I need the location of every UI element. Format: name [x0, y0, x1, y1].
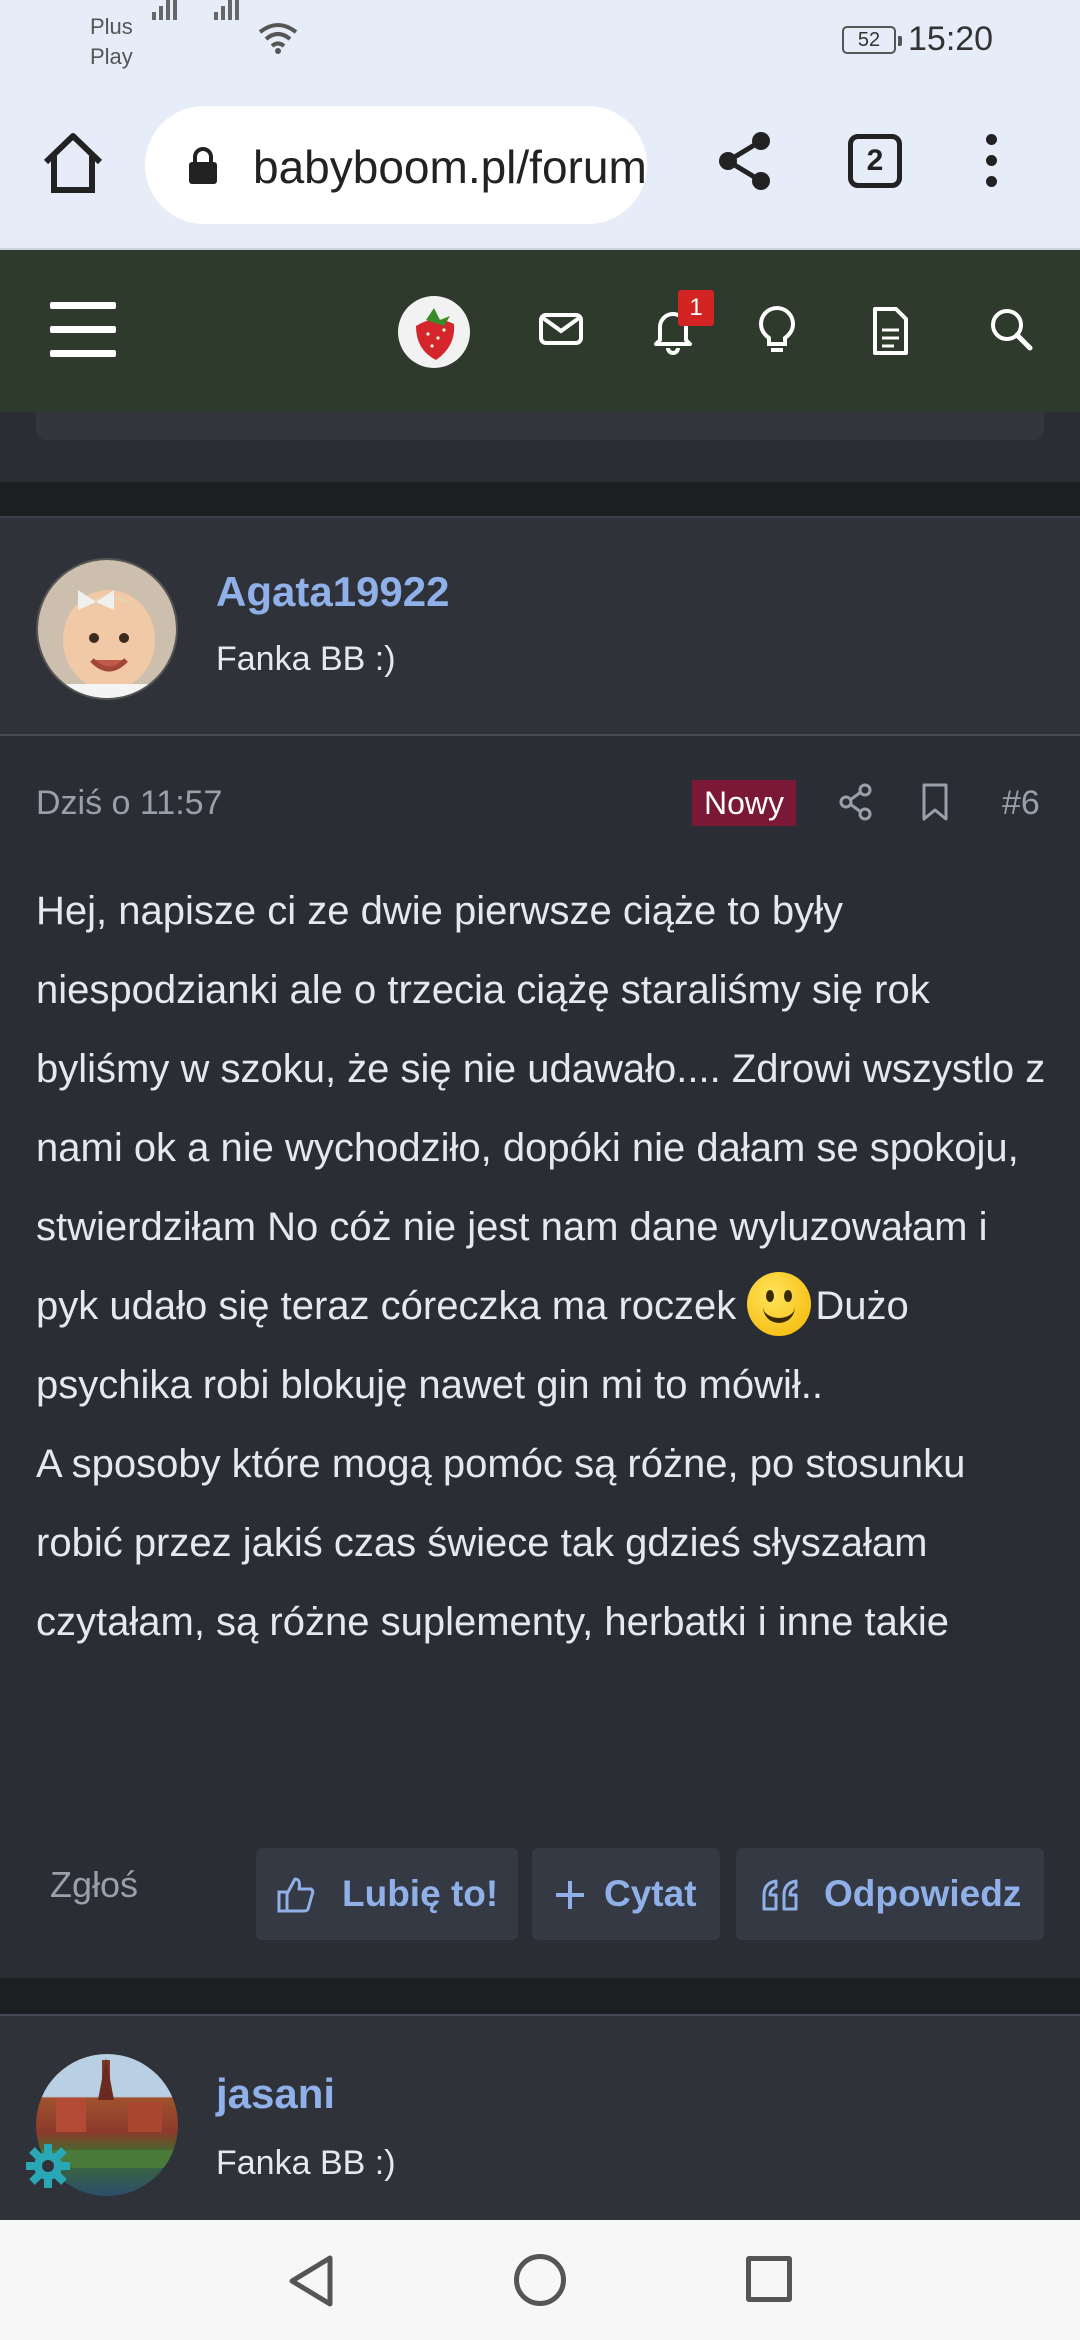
tabs-button[interactable]: 2	[848, 134, 902, 188]
carrier-1: Plus	[90, 14, 133, 39]
url-text[interactable]: babyboom.pl/forum	[253, 140, 647, 194]
home-icon[interactable]	[38, 128, 108, 198]
menu-icon[interactable]	[50, 302, 116, 374]
smiley-emoji-icon	[747, 1272, 812, 1337]
reply-button[interactable]: Odpowiedz	[736, 1848, 1044, 1940]
avatar[interactable]	[36, 558, 178, 700]
carrier-2: Play	[90, 44, 133, 69]
quote-label: Cytat	[604, 1873, 697, 1914]
post-author-name[interactable]: Agata19922	[216, 568, 449, 616]
previous-post-footer	[0, 412, 1080, 482]
post-author-title: Fanka BB :)	[216, 2144, 396, 2182]
post-author-name[interactable]: jasani	[216, 2070, 335, 2118]
browser-toolbar: babyboom.pl/forum 2	[0, 78, 1080, 250]
forum-post-next: jasani Fanka BB :)	[0, 2014, 1080, 2220]
like-label: Lubię to!	[342, 1873, 499, 1914]
post-author-title: Fanka BB :)	[216, 640, 396, 678]
gear-icon	[26, 2144, 70, 2188]
reply-label: Odpowiedz	[824, 1873, 1022, 1914]
bookmark-icon[interactable]	[920, 782, 950, 822]
battery-indicator: 52	[842, 26, 902, 54]
post-author-header: Agata19922 Fanka BB :)	[0, 518, 1080, 736]
lightbulb-icon[interactable]	[758, 306, 796, 356]
recent-apps-icon[interactable]	[746, 2256, 792, 2302]
post-separator	[0, 1978, 1080, 2014]
strawberry-logo[interactable]	[398, 296, 470, 368]
thumbs-up-icon	[277, 1877, 315, 1913]
status-bar: Plus Play 52 15:20	[0, 0, 1080, 78]
wifi-icon	[258, 23, 298, 54]
post-text-3: A sposoby które mogą pomóc są różne, po …	[36, 1442, 966, 1644]
document-icon[interactable]	[870, 306, 910, 356]
report-link[interactable]: Zgłoś	[50, 1864, 138, 1906]
quote-marks-icon	[762, 1879, 798, 1911]
quote-button[interactable]: Cytat	[532, 1848, 720, 1940]
share-icon[interactable]	[716, 130, 774, 192]
new-badge: Nowy	[692, 780, 797, 826]
lock-icon	[189, 147, 217, 184]
system-navigation-bar	[0, 2220, 1080, 2340]
post-text-1: Hej, napisze ci ze dwie pierwsze ciąże t…	[36, 889, 1046, 1328]
more-vert-icon[interactable]	[986, 134, 998, 197]
clock: 15:20	[908, 20, 994, 58]
post-date[interactable]: Dziś o 11:57	[36, 784, 222, 823]
carrier-names: Plus Play	[90, 12, 133, 72]
share-post-icon[interactable]	[838, 782, 874, 822]
forum-post: Agata19922 Fanka BB :) Dziś o 11:57 Nowy…	[0, 516, 1080, 1978]
post-number[interactable]: #6	[1002, 784, 1040, 823]
mail-icon[interactable]	[538, 306, 584, 352]
home-nav-icon[interactable]	[514, 2254, 566, 2306]
search-icon[interactable]	[988, 306, 1034, 352]
notification-badge: 1	[678, 290, 714, 326]
address-bar[interactable]: babyboom.pl/forum	[145, 106, 647, 224]
site-header: 1	[0, 250, 1080, 412]
plus-icon	[556, 1881, 584, 1909]
like-button[interactable]: Lubię to!	[256, 1848, 518, 1940]
post-body: Hej, napisze ci ze dwie pierwsze ciąże t…	[36, 872, 1051, 1662]
back-icon[interactable]	[286, 2254, 336, 2308]
